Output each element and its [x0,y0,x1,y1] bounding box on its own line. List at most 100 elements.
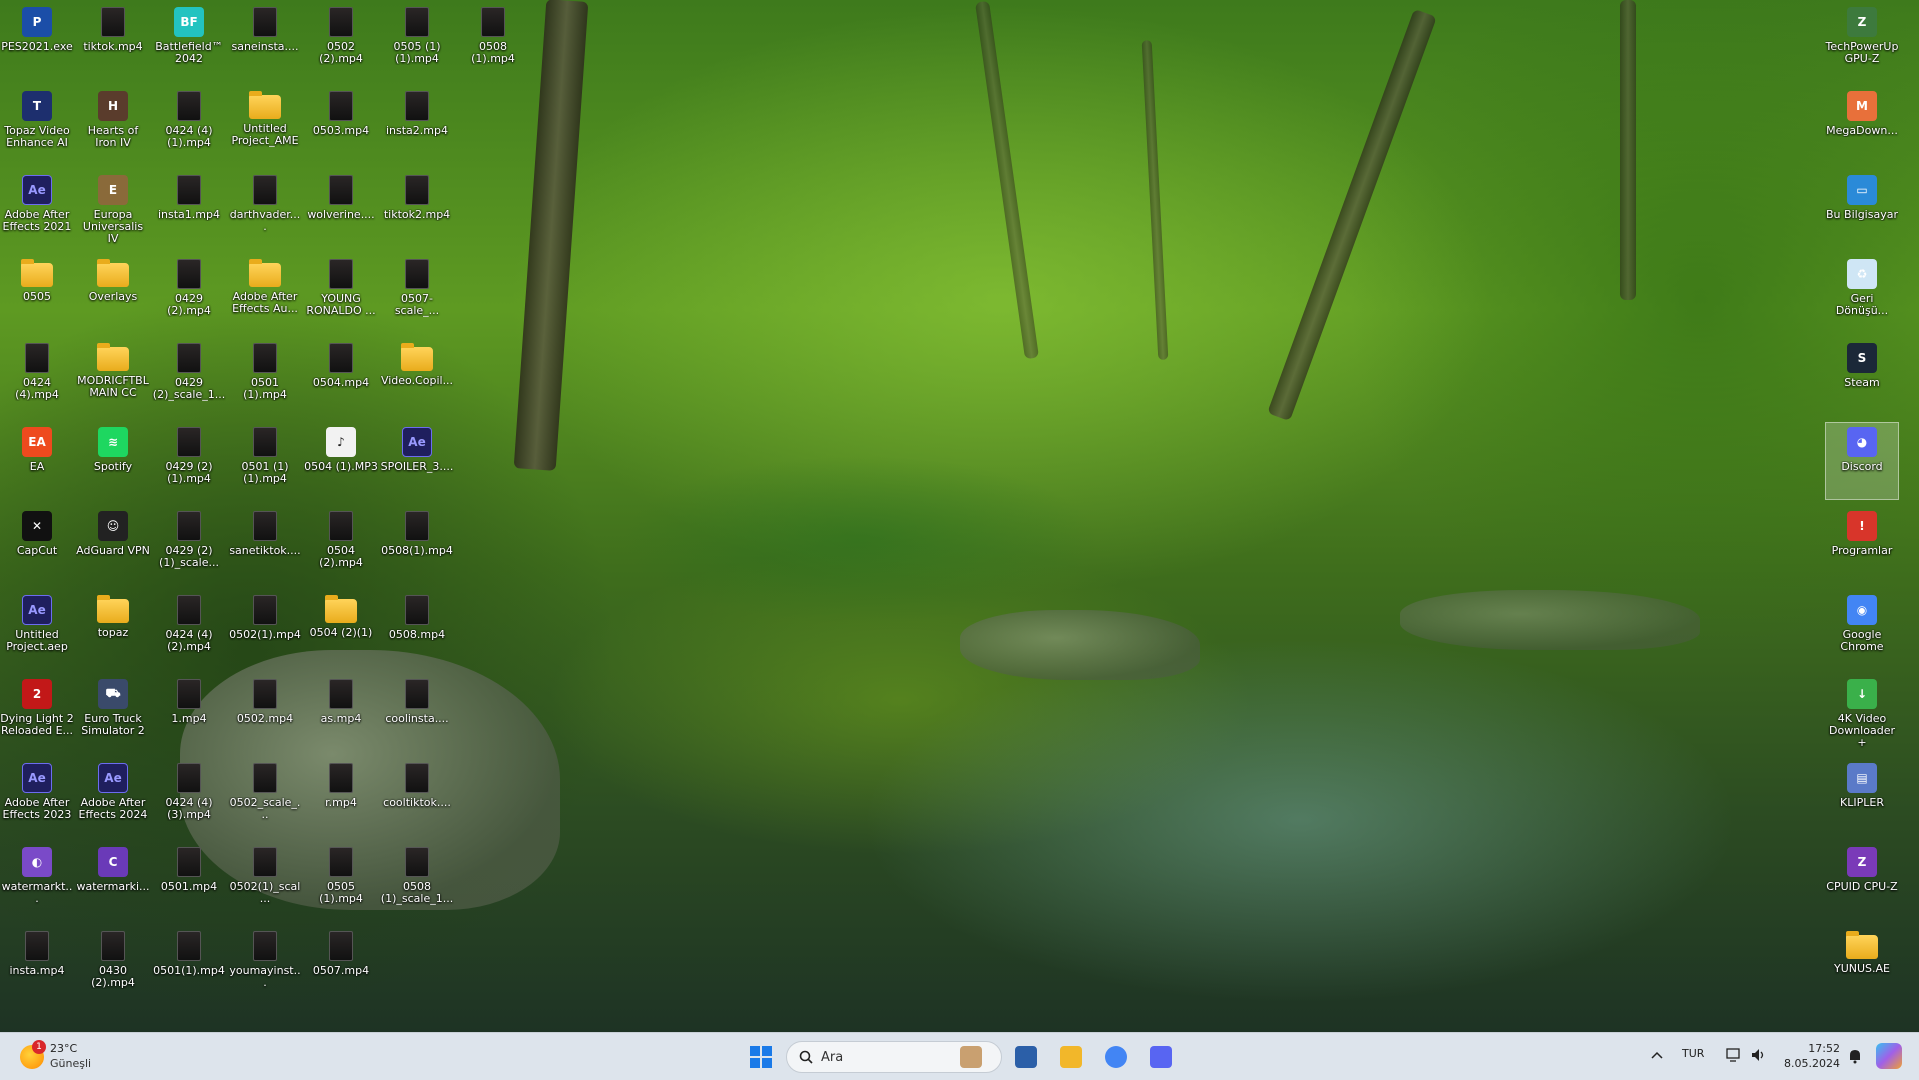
desktop-icon[interactable]: 0502(1).mp4 [228,590,302,668]
desktop-icon[interactable]: 0505 [0,254,74,332]
desktop-icon[interactable]: ▤ KLİPLER [1825,758,1899,836]
desktop-icon[interactable]: insta2.mp4 [380,86,454,164]
desktop-icon[interactable]: 0501(1).mp4 [152,926,226,1004]
store-icon[interactable] [1010,1041,1042,1073]
volume-icon[interactable] [1750,1046,1768,1064]
file-explorer-icon[interactable] [1055,1041,1087,1073]
desktop-icon[interactable]: Overlays [76,254,150,332]
desktop-icon[interactable]: 0508 (1).mp4 [456,2,530,80]
desktop-icon[interactable]: T Topaz Video Enhance AI [0,86,74,164]
desktop-icon[interactable]: Video.Copil... [380,338,454,416]
clock-date[interactable]: 8.05.2024 [1775,1057,1840,1070]
desktop-icon[interactable]: saneinsta.... [228,2,302,80]
desktop-icon[interactable]: 0507.mp4 [304,926,378,1004]
desktop-icon[interactable]: BF Battlefield™ 2042 [152,2,226,80]
desktop-icon[interactable]: ✕ CapCut [0,506,74,584]
copilot-icon[interactable] [1876,1043,1902,1069]
desktop-icon[interactable]: 0504 (2).mp4 [304,506,378,584]
desktop-icon[interactable]: 0502_scale_... [228,758,302,836]
desktop-icon[interactable]: 0501.mp4 [152,842,226,920]
desktop-icon[interactable]: topaz [76,590,150,668]
desktop-icon[interactable]: M MegaDown... [1825,86,1899,164]
desktop-icon[interactable]: Z TechPowerUp GPU-Z [1825,2,1899,80]
desktop-icon[interactable]: Ae Adobe After Effects 2024 [76,758,150,836]
desktop-icon[interactable]: YUNUS.AE [1825,926,1899,1004]
desktop-icon[interactable]: youmayinst... [228,926,302,1004]
desktop-icon[interactable]: 0501 (1).mp4 [228,338,302,416]
desktop-icon[interactable]: tiktok.mp4 [76,2,150,80]
desktop-icon[interactable]: ! Programlar [1825,506,1899,584]
desktop-icon[interactable]: 0429 (2)(1)_scale... [152,506,226,584]
desktop-icon[interactable]: tiktok2.mp4 [380,170,454,248]
notification-bell-icon[interactable] [1846,1047,1864,1065]
desktop-icon[interactable]: r.mp4 [304,758,378,836]
desktop-icon[interactable]: 0429 (2)(1).mp4 [152,422,226,500]
desktop-icon[interactable]: darthvader.... [228,170,302,248]
desktop-icon[interactable]: ↓ 4K Video Downloader+ [1825,674,1899,752]
clock-time[interactable]: 17:52 [1800,1042,1840,1055]
desktop-icon[interactable]: E Europa Universalis IV [76,170,150,248]
desktop-icon[interactable]: 2 Dying Light 2 Reloaded E... [0,674,74,752]
desktop-icon[interactable]: 0424 (4).mp4 [0,338,74,416]
desktop-icon[interactable]: 0424 (4)(3).mp4 [152,758,226,836]
desktop-icon[interactable]: 0508 (1)_scale_1... [380,842,454,920]
desktop-icon[interactable]: 0502 (2).mp4 [304,2,378,80]
desktop-icon[interactable]: Adobe After Effects Au... [228,254,302,332]
desktop-icon[interactable]: 0504.mp4 [304,338,378,416]
desktop-icon[interactable]: coolinsta.... [380,674,454,752]
desktop-icon[interactable]: ⛟ Euro Truck Simulator 2 [76,674,150,752]
desktop-icon[interactable]: Ae Adobe After Effects 2021 [0,170,74,248]
desktop-icon[interactable]: P PES2021.exe [0,2,74,80]
desktop-icon[interactable]: ◐ watermarkt... [0,842,74,920]
desktop-icon[interactable]: 0430 (2).mp4 [76,926,150,1004]
desktop-icon[interactable]: Ae Untitled Project.aep [0,590,74,668]
desktop-icon[interactable]: ☺ AdGuard VPN [76,506,150,584]
desktop-icon[interactable]: ◉ Google Chrome [1825,590,1899,668]
desktop-icon[interactable]: Untitled Project_AME [228,86,302,164]
desktop-icon[interactable]: ▭ Bu Bilgisayar [1825,170,1899,248]
desktop-icon[interactable]: 0424 (4)(1).mp4 [152,86,226,164]
desktop-icon[interactable]: 0508.mp4 [380,590,454,668]
discord-taskbar-icon[interactable] [1145,1041,1177,1073]
desktop-icon[interactable]: 0504 (2)(1) [304,590,378,668]
desktop-icon[interactable]: EA EA [0,422,74,500]
show-hidden-icons-button[interactable] [1648,1047,1666,1065]
desktop-icon[interactable]: 0424 (4)(2).mp4 [152,590,226,668]
desktop-icon[interactable]: 1.mp4 [152,674,226,752]
network-icon[interactable] [1725,1046,1743,1064]
desktop-icon[interactable]: 0508(1).mp4 [380,506,454,584]
desktop-icon[interactable]: ♻ Geri Dönüşü... [1825,254,1899,332]
desktop-icon[interactable]: YOUNG RONALDO ... [304,254,378,332]
desktop-icon[interactable]: 0503.mp4 [304,86,378,164]
desktop-icon[interactable]: as.mp4 [304,674,378,752]
desktop-icon[interactable]: sanetiktok.... [228,506,302,584]
desktop-icon[interactable]: 0429 (2).mp4 [152,254,226,332]
desktop-icon[interactable]: ≋ Spotify [76,422,150,500]
desktop-icon[interactable]: 0501 (1)(1).mp4 [228,422,302,500]
start-button[interactable] [746,1042,776,1072]
desktop-icon[interactable]: Ae Adobe After Effects 2023 [0,758,74,836]
desktop-icon[interactable]: 0505 (1)(1).mp4 [380,2,454,80]
desktop-icon[interactable]: insta1.mp4 [152,170,226,248]
desktop-icon[interactable]: Z CPUID CPU-Z [1825,842,1899,920]
weather-temperature[interactable]: 23°C [50,1042,77,1055]
desktop-icon[interactable]: 0502(1)_scal... [228,842,302,920]
desktop-icon[interactable]: 0429 (2)_scale_1... [152,338,226,416]
desktop-icon[interactable]: H Hearts of Iron IV [76,86,150,164]
desktop-icon[interactable]: Cwatermarki... [76,842,150,920]
weather-condition[interactable]: Güneşli [50,1057,91,1070]
widgets-icon[interactable] [955,1041,987,1073]
desktop-icon[interactable]: wolverine.... [304,170,378,248]
desktop-icon[interactable]: cooltiktok.... [380,758,454,836]
desktop-icon[interactable]: 0502.mp4 [228,674,302,752]
desktop-icon[interactable]: 0507-scale_... [380,254,454,332]
desktop-icon[interactable]: Ae SPOILER_3.... [380,422,454,500]
desktop-icon[interactable]: ◕ Discord [1825,422,1899,500]
desktop-icon[interactable]: insta.mp4 [0,926,74,1004]
chrome-icon[interactable] [1100,1041,1132,1073]
desktop-icon[interactable]: MODRICFTBL MAIN CC [76,338,150,416]
desktop-icon[interactable]: 0505 (1).mp4 [304,842,378,920]
desktop-icon[interactable]: ♪ 0504 (1).MP3 [304,422,378,500]
input-language-indicator[interactable]: TUR [1682,1047,1704,1060]
desktop-icon[interactable]: S Steam [1825,338,1899,416]
